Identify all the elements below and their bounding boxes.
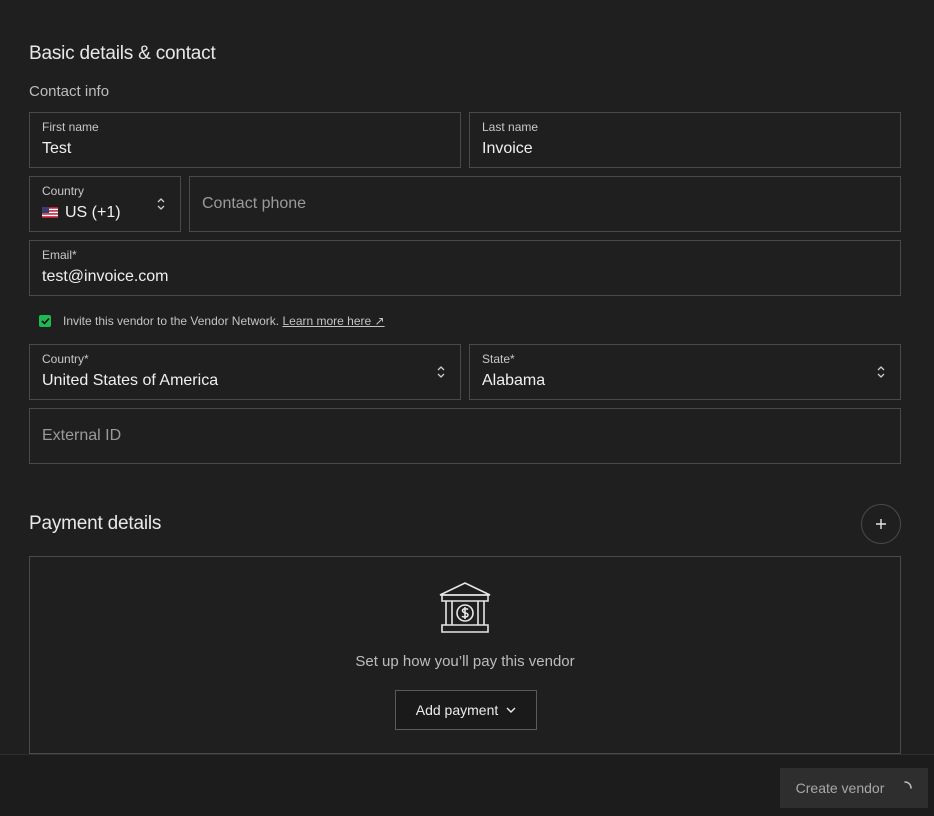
plus-icon [876,519,886,529]
phone-country-text: US (+1) [65,204,121,221]
last-name-value[interactable]: Invoice [482,140,533,158]
add-payment-plus-button[interactable] [861,504,901,544]
external-id-input[interactable]: External ID [29,408,901,464]
country-label: Country* [42,352,89,366]
external-id-placeholder: External ID [42,427,122,444]
learn-more-link[interactable]: Learn more here ↗ [282,314,384,328]
spinner-icon [904,781,913,789]
check-icon [40,317,50,325]
first-name-label: First name [42,120,99,134]
invite-label: Invite this vendor to the Vendor Network… [63,314,280,328]
country-value: United States of America [42,372,219,389]
last-name-label: Last name [482,120,539,134]
chevron-updown-icon [437,366,445,378]
invite-checkbox[interactable] [39,315,51,327]
payment-empty-state: Set up how you’ll pay this vendor Add pa… [29,556,901,754]
last-name-field[interactable]: Last name Invoice [469,112,901,168]
footer-bar: Create vendor [0,754,934,816]
contact-info-heading: Contact info [29,83,110,100]
chevron-down-icon [506,707,516,713]
chevron-updown-icon [877,366,885,378]
email-field[interactable]: Email* test@invoice.com [29,240,901,296]
bank-icon [439,582,491,633]
first-name-field[interactable]: First name Test [29,112,461,168]
create-vendor-button[interactable]: Create vendor [780,768,928,808]
phone-country-select[interactable]: Country US (+1) [29,176,181,232]
contact-phone-placeholder: Contact phone [202,195,307,212]
email-value[interactable]: test@invoice.com [42,268,169,286]
phone-country-label: Country [42,184,85,198]
state-value: Alabama [482,372,546,389]
country-select[interactable]: Country* United States of America [29,344,461,400]
phone-country-value: US (+1) [42,204,121,222]
add-payment-button[interactable]: Add payment [395,690,537,730]
basic-details-title: Basic details & contact [29,43,216,64]
contact-phone-input[interactable]: Contact phone [189,176,901,232]
invite-row: Invite this vendor to the Vendor Network… [39,314,385,328]
state-select[interactable]: State* Alabama [469,344,901,400]
payment-empty-text: Set up how you’ll pay this vendor [355,653,575,670]
invite-text: Invite this vendor to the Vendor Network… [63,314,385,328]
create-vendor-label: Create vendor [795,780,885,796]
chevron-updown-icon [157,198,165,210]
state-label: State* [482,352,515,366]
us-flag-icon [42,206,58,221]
add-payment-label: Add payment [415,702,499,718]
payment-details-title: Payment details [29,513,162,534]
first-name-value[interactable]: Test [42,140,71,158]
email-label: Email* [42,248,77,262]
